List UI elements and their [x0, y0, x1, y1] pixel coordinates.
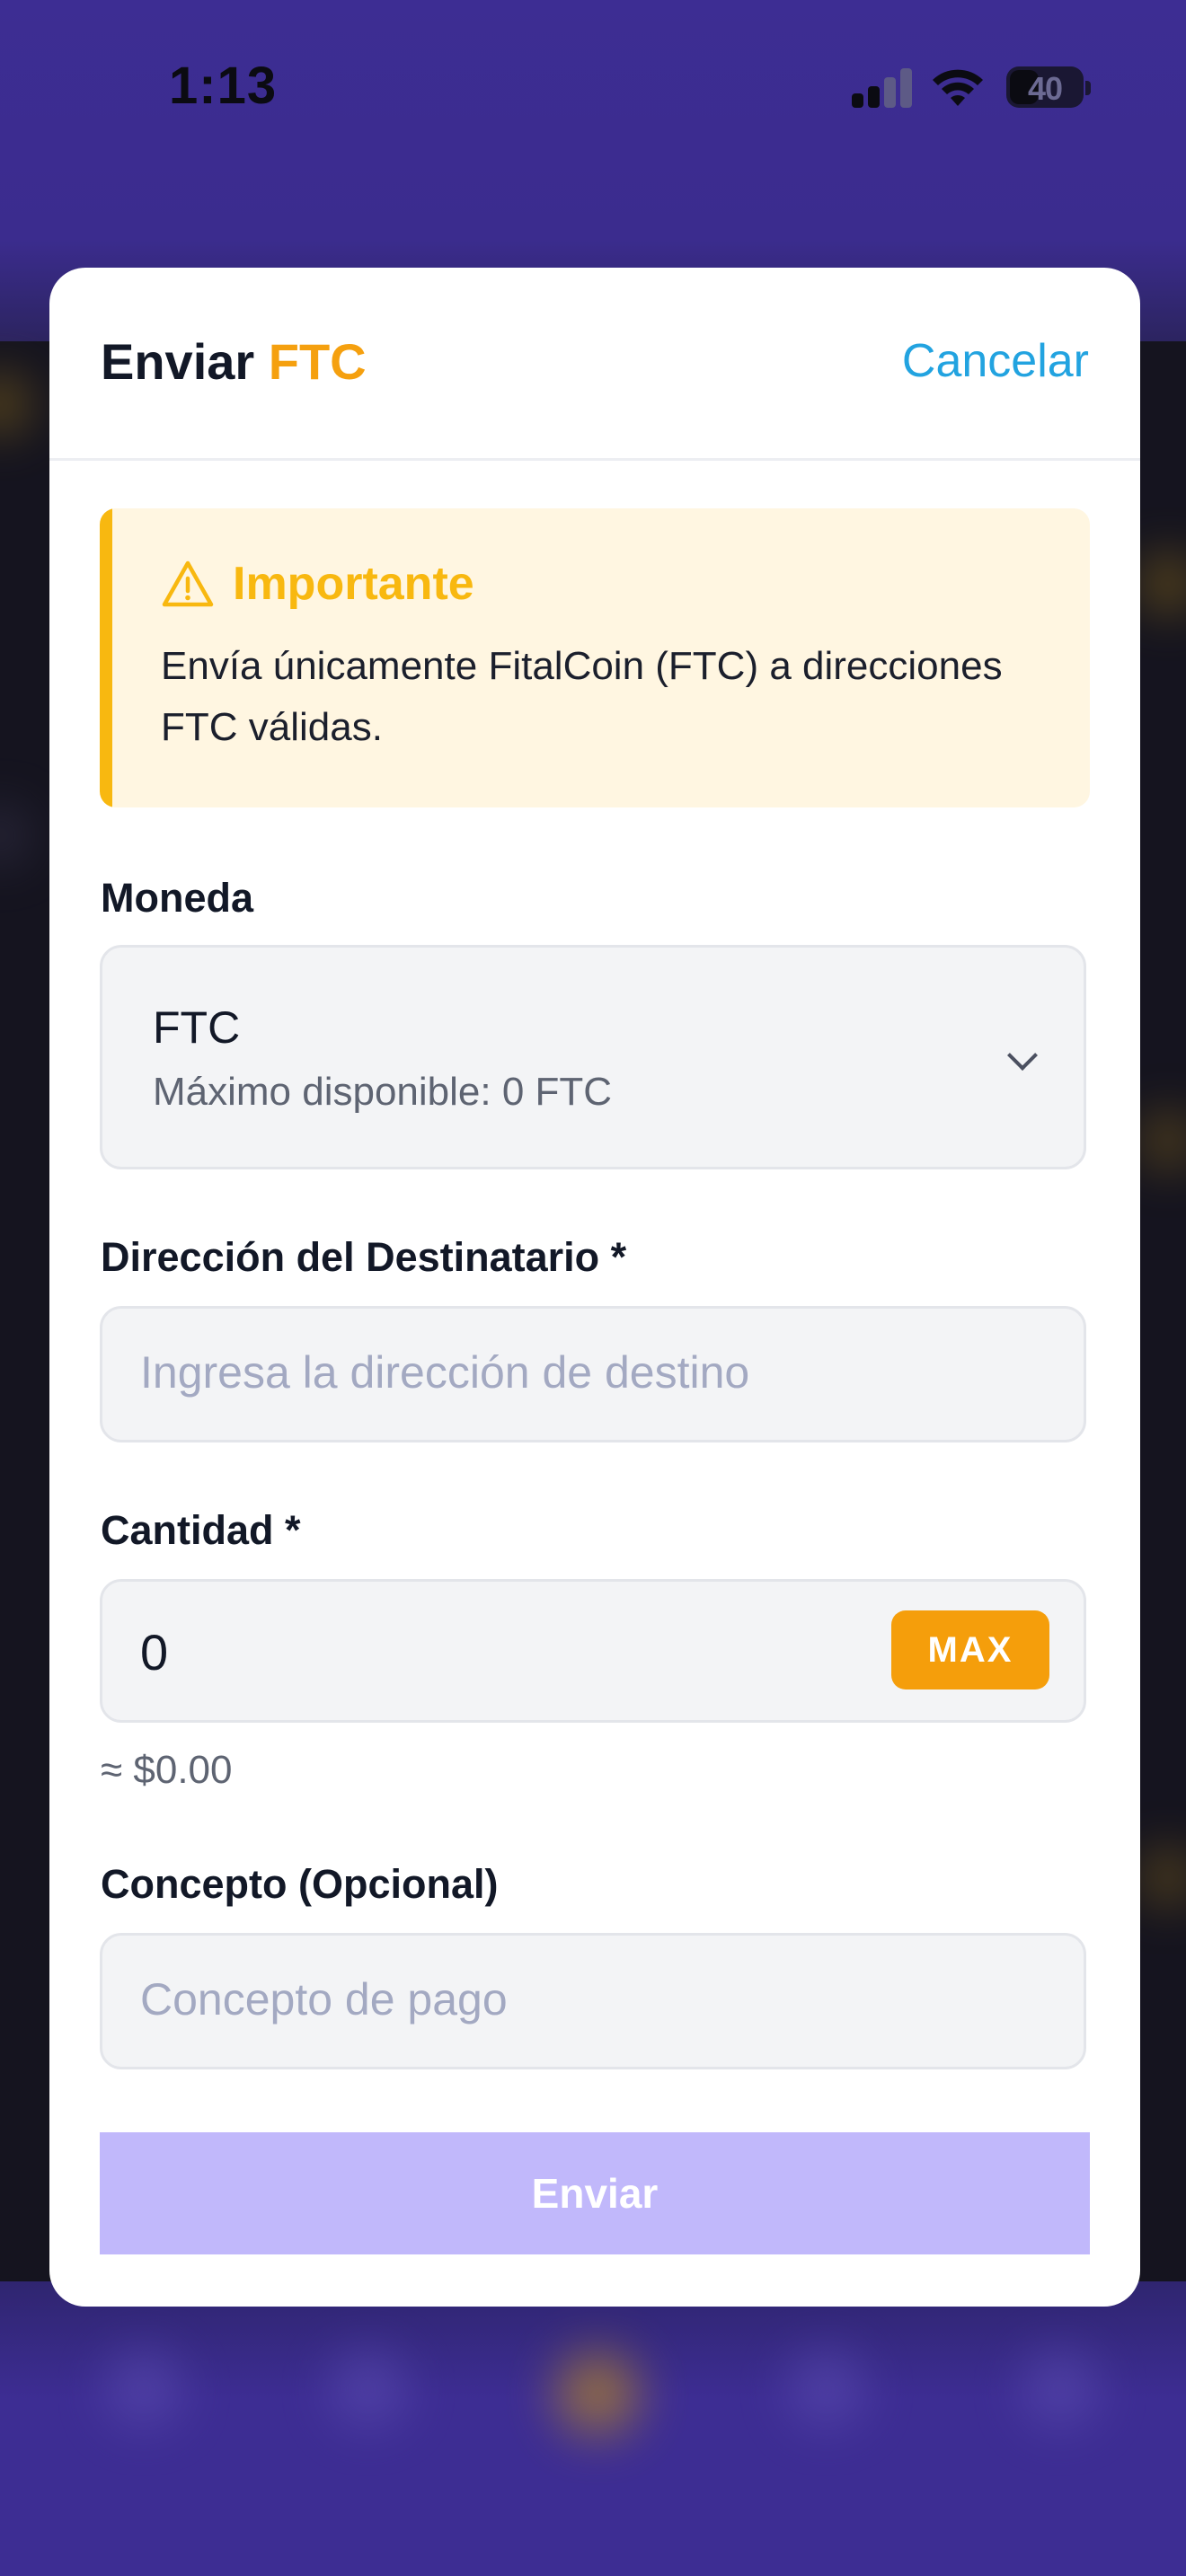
currency-label: Moneda: [101, 875, 254, 921]
concept-label: Concepto (Opcional): [101, 1861, 499, 1907]
battery-level: 40: [1027, 70, 1063, 107]
wifi-icon: [933, 69, 983, 106]
send-modal: Enviar FTC Cancelar Importante Envía úni…: [49, 268, 1140, 2307]
alert-body: Envía únicamente FitalCoin (FTC) a direc…: [161, 644, 1003, 749]
chevron-down-icon: [1007, 1040, 1038, 1071]
alert-accent-bar: [100, 508, 112, 807]
send-button[interactable]: Enviar: [100, 2132, 1090, 2254]
status-time: 1:13: [169, 57, 278, 115]
modal-title-currency: FTC: [268, 333, 367, 390]
amount-input[interactable]: 0 MAX: [100, 1579, 1086, 1723]
cancel-button[interactable]: Cancelar: [902, 334, 1089, 388]
battery-icon: 40: [1006, 66, 1084, 108]
alert-title: Importante: [233, 558, 474, 610]
amount-label: Cantidad *: [101, 1507, 301, 1553]
screen: 1:13 40 Enviar FTC Cancelar Importante E…: [0, 0, 1186, 2576]
concept-input[interactable]: Concepto de pago: [100, 1933, 1086, 2069]
amount-fiat-estimate: ≈ $0.00: [101, 1748, 233, 1792]
currency-available: Máximo disponible: 0 FTC: [153, 1070, 613, 1114]
currency-selected-value: FTC: [153, 1002, 241, 1053]
modal-title: Enviar FTC: [101, 332, 367, 391]
modal-header: Enviar FTC Cancelar: [49, 268, 1140, 461]
recipient-address-input[interactable]: Ingresa la dirección de destino: [100, 1306, 1086, 1442]
max-button[interactable]: MAX: [891, 1610, 1049, 1689]
warning-icon: [162, 560, 214, 607]
signal-icon: [852, 68, 913, 108]
recipient-label: Dirección del Destinatario *: [101, 1234, 627, 1280]
amount-value: 0: [140, 1624, 169, 1681]
currency-select[interactable]: FTC Máximo disponible: 0 FTC: [100, 945, 1086, 1169]
battery-cap: [1085, 81, 1091, 95]
concept-placeholder: Concepto de pago: [140, 1974, 508, 2025]
recipient-placeholder: Ingresa la dirección de destino: [140, 1347, 750, 1398]
backdrop-tab-bar: [0, 2281, 1186, 2576]
status-bar: 1:13 40: [0, 0, 1186, 180]
modal-title-prefix: Enviar: [101, 333, 255, 390]
